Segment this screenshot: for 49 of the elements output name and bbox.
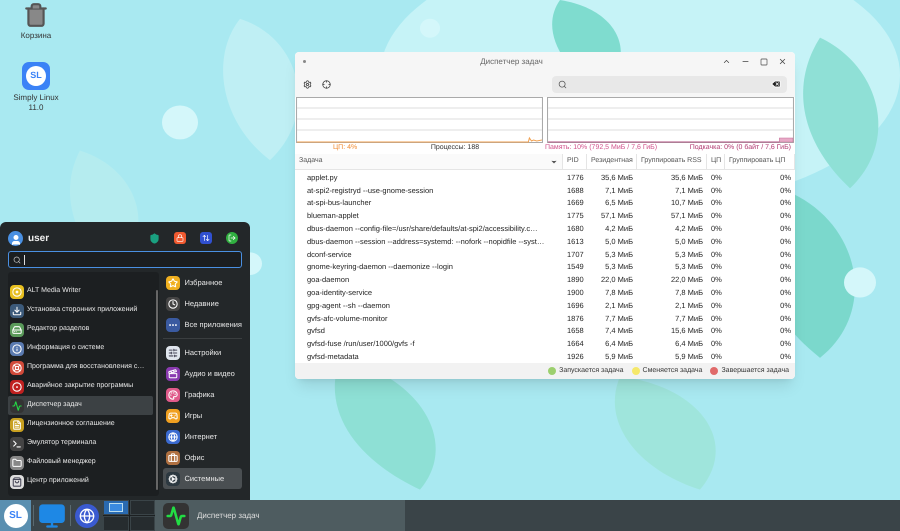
- search-icon: [13, 256, 21, 264]
- disk-icon: [10, 322, 24, 336]
- target-icon: [10, 380, 24, 394]
- gear-icon: [166, 472, 180, 486]
- clock-icon: [166, 296, 180, 310]
- clapperboard-icon: [166, 366, 180, 380]
- ellipsis-icon: [166, 318, 180, 332]
- crosshair-icon[interactable]: [322, 80, 331, 88]
- sliders-icon: [166, 346, 180, 360]
- window-title: Диспетчер задач: [479, 56, 544, 68]
- document-icon: [10, 418, 24, 432]
- globe-icon: [166, 430, 180, 444]
- task-button[interactable]: Диспетчер задач: [155, 500, 405, 531]
- scrollbar-thumb[interactable]: [156, 290, 158, 490]
- folder-icon: [10, 456, 24, 470]
- icon-label: Simply Linux 11.0: [12, 93, 60, 113]
- lifebuoy-icon: [10, 360, 24, 374]
- text-cursor: [24, 254, 25, 264]
- disc-icon: [10, 284, 24, 298]
- maximize-up-icon[interactable]: [722, 57, 731, 66]
- workspace[interactable]: [103, 500, 128, 515]
- close-icon[interactable]: [778, 57, 787, 66]
- bag-icon: [10, 474, 24, 488]
- icon-label: Корзина: [20, 31, 52, 41]
- download-icon: [10, 304, 24, 318]
- shield-icon[interactable]: [148, 232, 160, 244]
- settings-icon[interactable]: [303, 80, 312, 88]
- clear-icon[interactable]: [771, 79, 781, 89]
- briefcase-icon: [166, 450, 180, 464]
- avatar-icon: [8, 230, 23, 246]
- search-field[interactable]: [552, 76, 787, 92]
- pulse-icon: [10, 398, 24, 412]
- switch-user-icon[interactable]: [200, 232, 212, 244]
- star-icon: [166, 276, 180, 290]
- maximize-icon[interactable]: [760, 58, 768, 66]
- terminal-icon: [10, 436, 24, 450]
- start-button[interactable]: SL: [0, 500, 31, 531]
- pulse-icon: [163, 502, 189, 528]
- user-name: user: [28, 232, 50, 246]
- search-icon: [558, 80, 567, 88]
- search-field[interactable]: [8, 251, 242, 268]
- trash-icon: [23, 2, 49, 28]
- gamepad-icon: [166, 408, 180, 422]
- palette-icon: [166, 388, 180, 402]
- logout-icon[interactable]: [226, 232, 238, 244]
- lock-icon[interactable]: [174, 232, 186, 244]
- logo-icon: SL: [22, 62, 50, 90]
- sort-icon: [550, 158, 558, 166]
- info-icon: [10, 342, 24, 356]
